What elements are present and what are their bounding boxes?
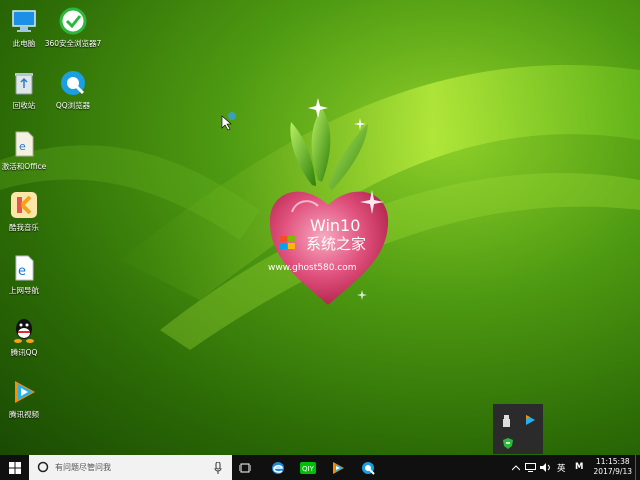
iqiyi-icon: QIY bbox=[300, 461, 316, 474]
microphone-icon[interactable] bbox=[214, 462, 222, 474]
network-monitor-icon bbox=[524, 463, 536, 472]
desktop-icon-tencent-video[interactable]: 腾讯视频 bbox=[0, 376, 53, 419]
chevron-up-icon bbox=[512, 464, 520, 470]
tencent-qq-icon bbox=[8, 314, 40, 346]
show-hidden-icons-button[interactable] bbox=[510, 455, 522, 480]
desktop-icon-qq-browser[interactable]: QQ浏览器 bbox=[44, 67, 102, 110]
svg-text:e: e bbox=[18, 264, 26, 279]
desktop-icon-360-browser[interactable]: 360安全浏览器7 bbox=[44, 5, 102, 48]
tencent-video-taskbar-button[interactable] bbox=[326, 455, 350, 480]
show-desktop-button[interactable] bbox=[635, 455, 640, 480]
task-view-button[interactable] bbox=[234, 455, 256, 480]
logo-title: Win10 bbox=[310, 216, 360, 235]
network-button[interactable] bbox=[523, 455, 537, 480]
speaker-icon bbox=[539, 463, 550, 472]
windows-start-icon bbox=[8, 461, 21, 474]
desktop-icon-label: 酷我音乐 bbox=[9, 223, 39, 232]
network-overlay-icon bbox=[228, 112, 236, 120]
activation-office-icon: e bbox=[8, 128, 40, 160]
tray-overflow-popup bbox=[493, 404, 543, 454]
tencent-video-icon bbox=[8, 376, 40, 408]
edge-taskbar-button[interactable] bbox=[266, 455, 290, 480]
iqiyi-taskbar-button[interactable]: QIY bbox=[296, 455, 320, 480]
task-view-icon bbox=[239, 463, 251, 472]
clock-time: 11:15:38 bbox=[595, 457, 630, 466]
edge-icon bbox=[272, 461, 284, 474]
web-navigation-icon: e bbox=[8, 252, 40, 284]
desktop-icon-label: 上网导航 bbox=[9, 286, 39, 295]
this-pc-icon bbox=[8, 5, 40, 37]
logo-subtitle: 系统之家 bbox=[306, 235, 366, 253]
qq-browser-icon bbox=[57, 67, 89, 99]
kuwo-music-icon bbox=[8, 189, 40, 221]
tencent-video-icon bbox=[333, 461, 344, 474]
qq-browser-taskbar-button[interactable] bbox=[356, 455, 380, 480]
desktop-icon-label: 激活和Office bbox=[1, 162, 47, 171]
logo-url: www.ghost580.com bbox=[268, 263, 357, 273]
usb-device-icon[interactable] bbox=[502, 412, 512, 431]
cortana-circle-icon bbox=[37, 461, 49, 473]
desktop-wallpaper: Win10 系统之家 www.ghost580.com 此电脑 360安全浏览器… bbox=[0, 0, 640, 455]
svg-text:QIY: QIY bbox=[302, 465, 315, 473]
desktop-icon-label: 腾讯QQ bbox=[10, 348, 38, 357]
volume-button[interactable] bbox=[538, 455, 552, 480]
360-browser-icon bbox=[57, 5, 89, 37]
start-button[interactable] bbox=[0, 455, 29, 480]
ime-language-indicator[interactable]: 英 bbox=[557, 462, 566, 474]
desktop-icon-label: QQ浏览器 bbox=[55, 101, 91, 110]
desktop-icon-label: 360安全浏览器7 bbox=[44, 39, 102, 48]
clock-date: 2017/9/13 bbox=[593, 467, 632, 476]
recycle-bin-icon bbox=[8, 67, 40, 99]
desktop-icon-tencent-qq[interactable]: 腾讯QQ bbox=[0, 314, 53, 357]
search-placeholder: 有问题尽管问我 bbox=[55, 463, 111, 472]
shield-tray-icon[interactable] bbox=[502, 435, 514, 454]
tencent-video-tray-icon[interactable] bbox=[524, 411, 536, 430]
cortana-search-box[interactable]: 有问题尽管问我 bbox=[29, 455, 232, 480]
clock[interactable]: 11:15:38 2017/9/13 bbox=[594, 457, 632, 477]
desktop-icon-activation-office[interactable]: e 激活和Office bbox=[0, 128, 53, 171]
svg-text:e: e bbox=[19, 140, 26, 153]
desktop-icon-kuwo-music[interactable]: 酷我音乐 bbox=[0, 189, 53, 232]
qq-browser-icon bbox=[362, 461, 375, 475]
ime-mode-indicator[interactable]: M bbox=[575, 462, 583, 472]
desktop-icon-label: 腾讯视频 bbox=[9, 410, 39, 419]
taskbar: 有问题尽管问我 QIY 英 M 11:15:38 2017/9/13 bbox=[0, 455, 640, 480]
desktop-icon-web-navigation[interactable]: e 上网导航 bbox=[0, 252, 53, 295]
